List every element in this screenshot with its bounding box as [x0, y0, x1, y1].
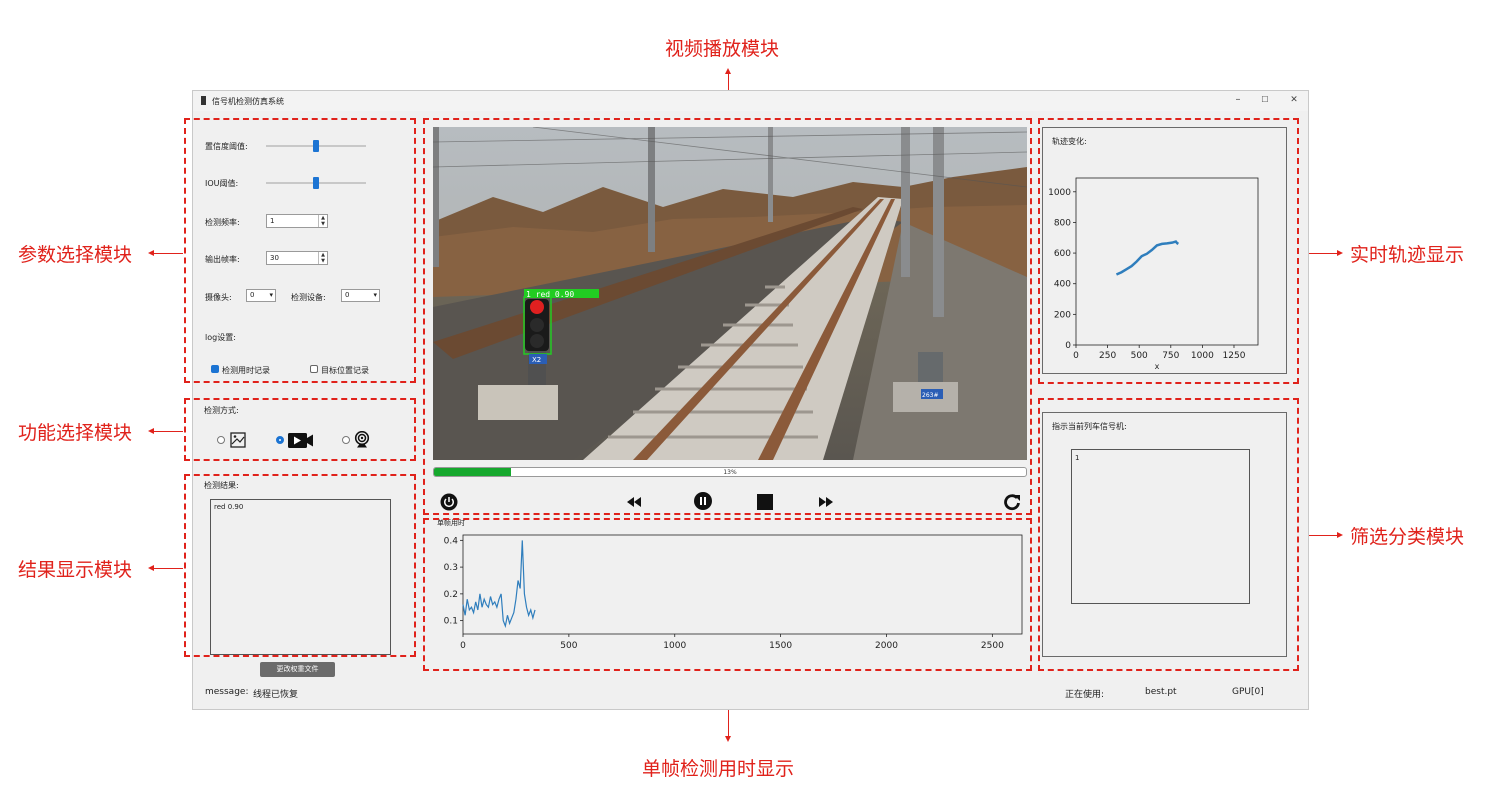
annotation-function-module: 功能选择模块 — [18, 422, 133, 444]
annotation-filter-module: 筛选分类模块 — [1350, 526, 1465, 548]
message-value: 线程已恢复 — [253, 690, 299, 700]
param-module-box — [184, 118, 416, 383]
annotation-frametime-module: 单帧检测用时显示 — [642, 758, 795, 780]
app-icon — [201, 96, 206, 105]
function-module-box — [184, 398, 416, 461]
model-name: best.pt — [1145, 687, 1177, 697]
change-weights-button[interactable]: 更改权重文件 — [260, 662, 335, 677]
maximize-button[interactable]: ☐ — [1257, 94, 1273, 106]
message-label: message: — [205, 687, 249, 697]
window-title: 信号机检测仿真系统 — [212, 97, 284, 106]
annotation-trajectory-module: 实时轨迹显示 — [1350, 244, 1465, 266]
close-button[interactable]: ✕ — [1286, 94, 1302, 106]
result-module-box — [184, 474, 416, 657]
title-bar: 信号机检测仿真系统 – ☐ ✕ — [193, 91, 1308, 111]
filter-module-box — [1038, 398, 1299, 671]
gpu-label: GPU[0] — [1232, 687, 1264, 697]
annotation-video-module: 视频播放模块 — [665, 38, 780, 60]
trajectory-module-box — [1038, 118, 1299, 384]
annotation-result-module: 结果显示模块 — [18, 559, 133, 581]
video-module-box — [423, 118, 1032, 515]
annotation-param-module: 参数选择模块 — [18, 244, 133, 266]
minimize-button[interactable]: – — [1230, 94, 1246, 106]
using-label: 正在使用: — [1065, 690, 1105, 700]
frametime-module-box — [423, 518, 1032, 671]
